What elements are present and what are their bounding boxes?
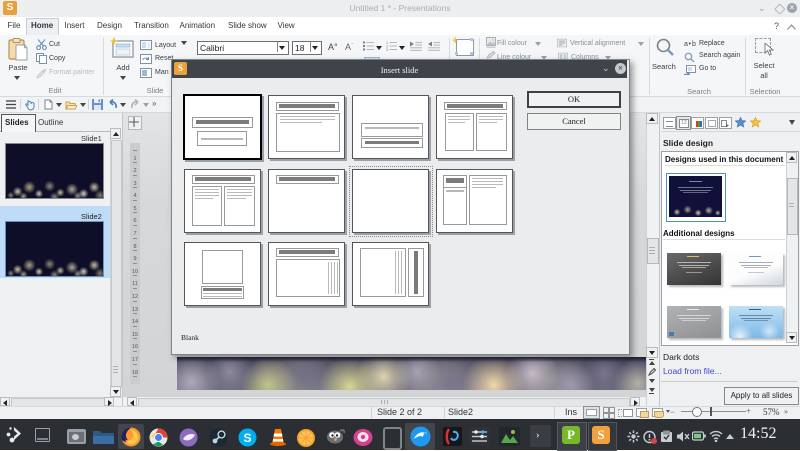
svg-text:S: S bbox=[243, 431, 251, 445]
svg-text:3: 3 bbox=[386, 48, 388, 51]
